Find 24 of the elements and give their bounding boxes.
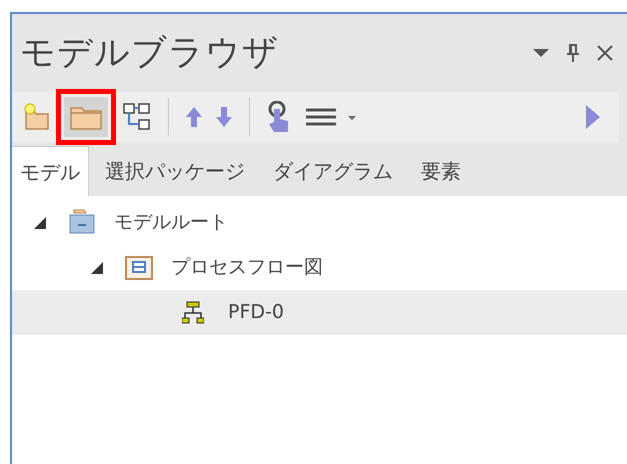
tree-label: モデルルート [114,210,228,236]
tree-row[interactable]: プロセスフロー図 [12,245,627,290]
tab[interactable]: 要素 [413,146,469,196]
tree-label: プロセスフロー図 [171,255,323,280]
play-icon [585,104,601,130]
up-arrow-icon [185,106,203,128]
hierarchy-icon [122,102,152,132]
collapse-triangle-icon[interactable] [34,216,46,228]
pin-icon[interactable] [567,44,579,62]
model-root-icon [68,208,96,236]
tab[interactable]: ダイアグラム [265,146,401,196]
tab[interactable]: モデル [12,146,89,196]
collapse-triangle-icon[interactable] [91,262,103,274]
package-diagram-icon [125,256,153,280]
down-arrow-icon [215,106,233,128]
tree-row[interactable]: PFD-0 [12,290,627,335]
dropdown-icon[interactable] [533,48,549,58]
panel-title: モデルブラウザ [20,32,280,75]
tab[interactable]: 選択パッケージ [97,146,253,196]
hierarchy-diagram-icon [182,300,204,324]
tree-label: PFD-0 [228,300,284,326]
tree-row[interactable]: モデルルート [12,200,627,245]
new-package-icon [24,103,50,131]
close-icon[interactable] [597,45,613,61]
